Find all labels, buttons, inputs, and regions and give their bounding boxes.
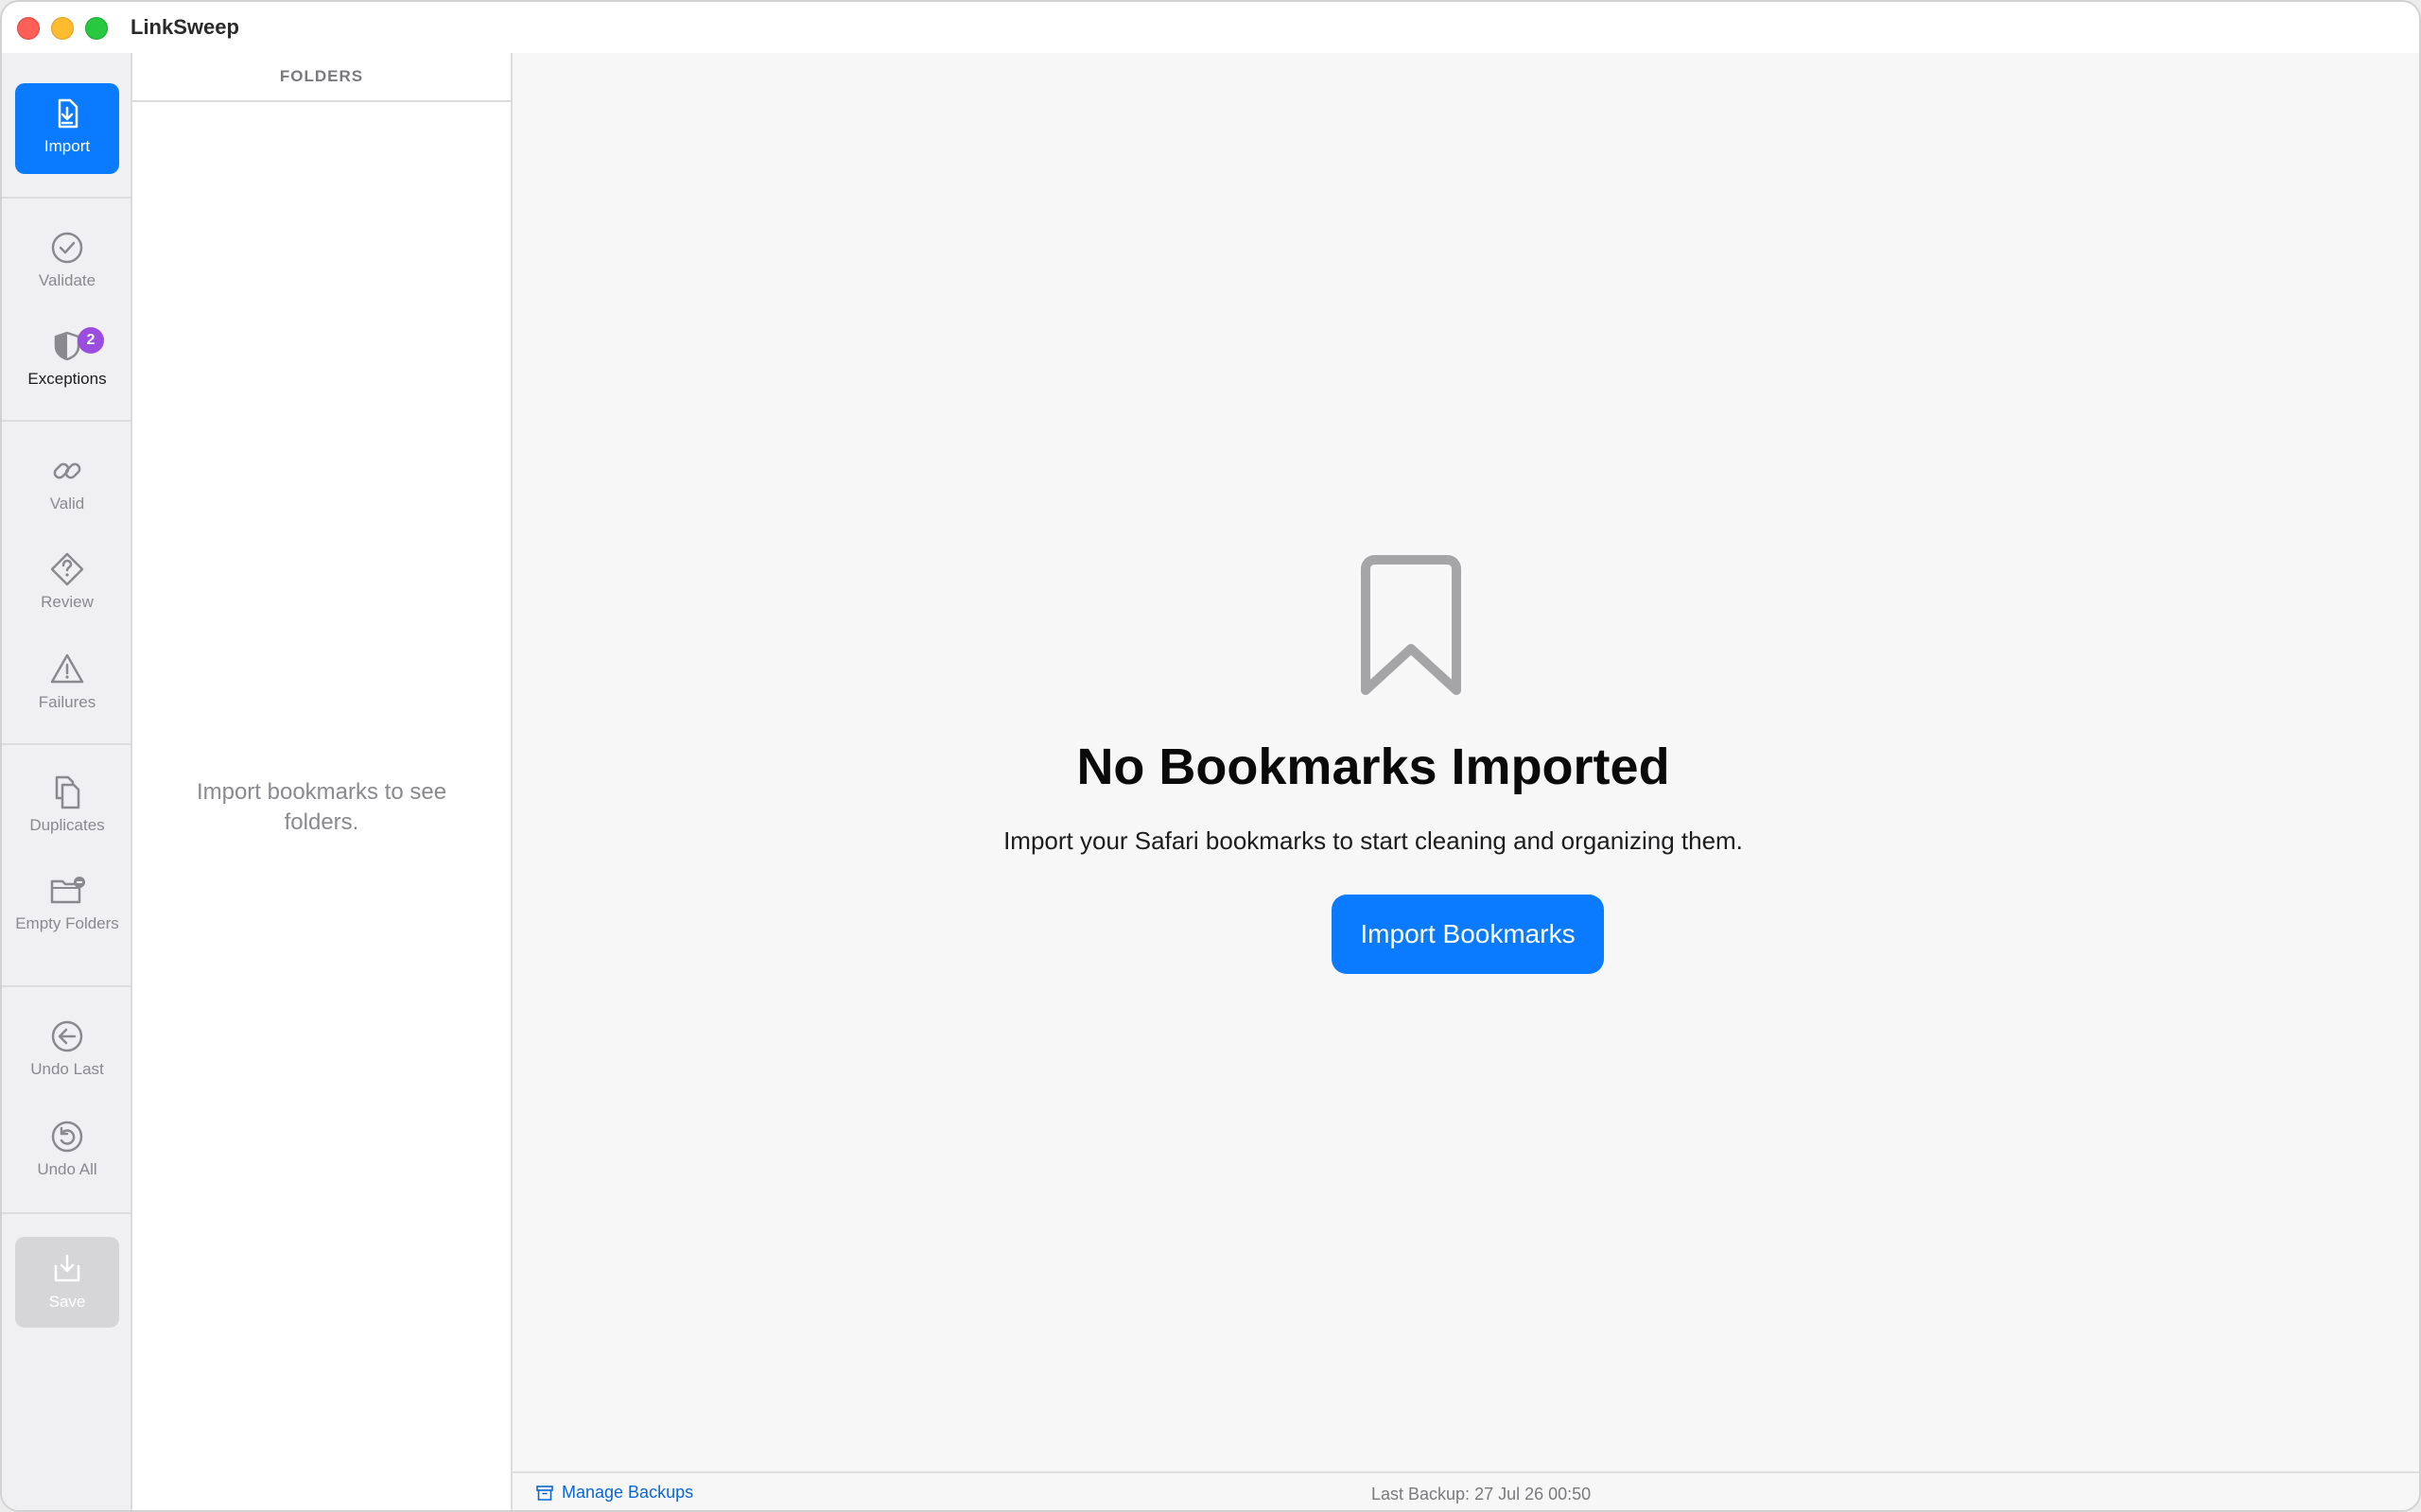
nav-undo-all-label: Undo All [37,1160,97,1178]
status-bar: Manage Backups Last Backup: 27 Jul 26 00… [513,1471,2419,1510]
nav-undo-last-button[interactable]: Undo Last [15,1017,119,1080]
import-doc-icon [58,98,78,129]
warning-triangle-icon [50,653,84,684]
nav-validate-button[interactable]: Validate [15,229,119,291]
zoom-window-button[interactable] [85,17,108,40]
exceptions-count-badge: 2 [78,327,104,354]
folders-header: FOLDERS [132,53,511,102]
nav-divider [2,1212,131,1214]
manage-backups-link[interactable]: Manage Backups [535,1483,693,1503]
nav-empty-folders-button[interactable]: Empty Folders [15,872,119,934]
bookmark-icon [1361,555,1461,695]
nav-review-button[interactable]: Review [15,550,119,613]
nav-duplicates-button[interactable]: Duplicates [15,773,119,836]
nav-undo-all-button[interactable]: Undo All [15,1118,119,1180]
nav-exceptions-button[interactable]: 2 Exceptions [15,327,119,390]
manage-backups-label: Manage Backups [562,1483,694,1502]
nav-save-label: Save [48,1293,86,1311]
nav-review-label: Review [41,593,94,611]
link-icon [53,462,81,479]
arrow-left-circle-icon [51,1020,83,1052]
minimize-window-button[interactable] [51,17,74,40]
empty-state-subtitle: Import your Safari bookmarks to start cl… [1003,826,1743,855]
undo-circle-icon [51,1121,83,1153]
import-bookmarks-button[interactable]: Import Bookmarks [1332,895,1604,974]
nav-divider [2,985,131,987]
nav-import-label: Import [44,137,91,155]
folder-minus-icon [50,877,85,904]
duplicate-docs-icon [55,775,80,809]
title-bar: LinkSweep [2,2,2419,53]
nav-exceptions-label: Exceptions [27,370,107,388]
close-window-button[interactable] [17,17,40,40]
nav-import-button[interactable]: Import [15,83,119,174]
nav-divider [2,197,131,199]
nav-empty-folders-label: Empty Folders [15,914,119,932]
nav-duplicates-label: Duplicates [29,816,105,834]
question-diamond-icon [50,552,84,586]
checkmark-circle-icon [51,232,83,264]
empty-state-title: No Bookmarks Imported [1076,739,1670,795]
nav-validate-label: Validate [38,271,96,289]
archive-box-icon [536,1485,553,1501]
nav-failures-label: Failures [38,693,96,711]
app-title: LinkSweep [131,15,239,39]
app-window: LinkSweep Import Validate 2 Exceptions V… [0,0,2421,1512]
nav-save-button[interactable]: Save [15,1237,119,1328]
nav-divider [2,420,131,422]
nav-valid-label: Valid [49,495,85,513]
nav-failures-button[interactable]: Failures [15,651,119,713]
nav-undo-last-label: Undo Last [30,1060,104,1078]
sidebar-toolbar: Import Validate 2 Exceptions Valid Revie… [2,53,132,1510]
nav-valid-button[interactable]: Valid [15,452,119,514]
main-content: No Bookmarks Imported Import your Safari… [513,53,2419,1471]
nav-divider [2,743,131,745]
last-backup-text: Last Backup: 27 Jul 26 00:50 [1371,1485,1592,1503]
save-tray-icon [54,1254,80,1282]
